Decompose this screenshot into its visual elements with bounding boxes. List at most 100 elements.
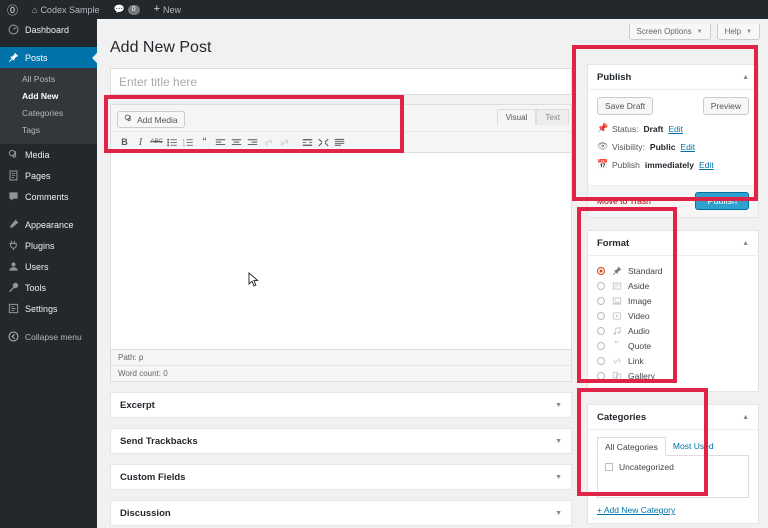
sidebar-item-media[interactable]: Media: [0, 144, 97, 165]
collapse-menu-button[interactable]: Collapse menu: [0, 327, 97, 347]
sidebar-item-users[interactable]: Users: [0, 256, 97, 277]
add-media-button[interactable]: Add Media: [117, 111, 185, 128]
align-center-icon[interactable]: [229, 134, 244, 150]
save-draft-button[interactable]: Save Draft: [597, 97, 654, 115]
checkbox-icon[interactable]: [605, 463, 613, 471]
insert-link-icon[interactable]: [261, 134, 276, 150]
format-box-title: Format: [597, 238, 630, 249]
tab-most-used[interactable]: Most Used: [666, 437, 721, 455]
wordpress-logo-button[interactable]: ⓪: [0, 0, 25, 19]
edit-visibility-link[interactable]: Edit: [680, 142, 695, 152]
site-name-label: Codex Sample: [40, 4, 100, 15]
site-name-button[interactable]: ⌂ Codex Sample: [25, 0, 106, 19]
align-right-icon[interactable]: [245, 134, 260, 150]
sidebar-item-posts[interactable]: Posts: [0, 47, 97, 68]
toolbar-toggle-icon[interactable]: [332, 134, 347, 150]
sidebar-item-plugins[interactable]: Plugins: [0, 235, 97, 256]
help-button[interactable]: Help ▼: [716, 24, 760, 40]
comment-bubble-icon: 💬: [113, 4, 125, 14]
wordpress-logo-icon: ⓪: [7, 4, 18, 17]
format-option-video[interactable]: Video: [597, 308, 749, 323]
publish-box: Publish ▲ Save Draft Preview 📌 Status: D…: [587, 64, 759, 218]
panel-excerpt[interactable]: Excerpt ▼: [110, 392, 572, 418]
publish-button[interactable]: Publish: [695, 192, 749, 210]
screen-options-button[interactable]: Screen Options ▼: [628, 24, 711, 40]
radio-icon[interactable]: [597, 311, 605, 320]
format-option-aside[interactable]: Aside: [597, 278, 749, 293]
radio-icon[interactable]: [597, 296, 605, 305]
edit-schedule-link[interactable]: Edit: [699, 160, 714, 170]
radio-icon[interactable]: [597, 356, 605, 365]
format-option-audio[interactable]: Audio: [597, 323, 749, 338]
post-side-column: Publish ▲ Save Draft Preview 📌 Status: D…: [587, 64, 759, 528]
fullscreen-icon[interactable]: [316, 134, 331, 150]
publish-box-header: Publish ▲: [588, 65, 758, 90]
sidebar-subitem-add-new[interactable]: Add New: [0, 88, 97, 105]
align-left-icon[interactable]: [213, 134, 228, 150]
format-option-label: Link: [628, 355, 644, 366]
format-option-label: Aside: [628, 280, 650, 291]
svg-text:3: 3: [183, 143, 185, 147]
editor-path-label: Path: p: [111, 350, 571, 366]
panel-custom-fields[interactable]: Custom Fields ▼: [110, 464, 572, 490]
chevron-down-icon[interactable]: ▼: [555, 510, 562, 517]
bulleted-list-icon[interactable]: [165, 134, 180, 150]
chevron-up-icon[interactable]: ▲: [742, 74, 749, 81]
new-content-button[interactable]: + New: [147, 0, 188, 19]
edit-status-link[interactable]: Edit: [668, 124, 683, 134]
unlink-icon[interactable]: [277, 134, 292, 150]
sidebar-subitem-tags[interactable]: Tags: [0, 122, 97, 139]
numbered-list-icon[interactable]: 123: [181, 134, 196, 150]
strikethrough-icon[interactable]: ABC: [149, 134, 164, 150]
format-option-label: Gallery: [628, 370, 655, 381]
sidebar-subitem-categories[interactable]: Categories: [0, 105, 97, 122]
comments-bubble-button[interactable]: 💬 0: [106, 0, 146, 19]
radio-icon[interactable]: [597, 266, 605, 275]
chevron-up-icon[interactable]: ▲: [742, 240, 749, 247]
format-option-link[interactable]: Link: [597, 353, 749, 368]
tab-all-categories[interactable]: All Categories: [597, 437, 666, 456]
bold-icon[interactable]: B: [117, 134, 132, 150]
format-option-quote[interactable]: “ Quote: [597, 338, 749, 353]
sidebar-item-comments[interactable]: Comments: [0, 186, 97, 207]
format-option-standard[interactable]: Standard: [597, 263, 749, 278]
gallery-icon: [611, 370, 622, 381]
sidebar-item-pages[interactable]: Pages: [0, 165, 97, 186]
tab-visual[interactable]: Visual: [496, 109, 537, 125]
sidebar-subitem-all-posts[interactable]: All Posts: [0, 71, 97, 88]
radio-icon[interactable]: [597, 326, 605, 335]
collapse-menu-label: Collapse menu: [25, 332, 82, 342]
category-item-uncategorized[interactable]: Uncategorized: [605, 462, 741, 472]
link-icon: [611, 355, 622, 366]
chevron-down-icon[interactable]: ▼: [555, 438, 562, 445]
move-to-trash-link[interactable]: Move to Trash: [597, 196, 651, 206]
tab-text[interactable]: Text: [536, 109, 569, 125]
editor-formatting-toolbar: B I ABC 123 “: [110, 131, 572, 152]
sidebar-item-label: Dashboard: [25, 24, 70, 35]
italic-icon[interactable]: I: [133, 134, 148, 150]
blockquote-icon[interactable]: “: [197, 134, 212, 150]
sidebar-item-appearance[interactable]: Appearance: [0, 214, 97, 235]
sidebar-item-tools[interactable]: Tools: [0, 277, 97, 298]
mouse-pointer-icon: [248, 271, 259, 287]
sidebar-item-label: Users: [25, 261, 49, 272]
chevron-down-icon[interactable]: ▼: [555, 474, 562, 481]
chevron-down-icon[interactable]: ▼: [555, 402, 562, 409]
post-main-column: Enter title here Visual Text Add Media B: [110, 68, 572, 526]
read-more-icon[interactable]: [300, 134, 315, 150]
add-new-category-link[interactable]: + Add New Category: [597, 505, 749, 515]
sidebar-item-dashboard[interactable]: Dashboard: [0, 19, 97, 40]
preview-button[interactable]: Preview: [702, 97, 749, 115]
sidebar-item-settings[interactable]: Settings: [0, 298, 97, 319]
categories-box-header: Categories ▲: [588, 405, 758, 430]
format-option-gallery[interactable]: Gallery: [597, 368, 749, 383]
format-option-image[interactable]: Image: [597, 293, 749, 308]
editor-content-area[interactable]: [110, 152, 572, 350]
radio-icon[interactable]: [597, 341, 605, 350]
radio-icon[interactable]: [597, 371, 605, 380]
radio-icon[interactable]: [597, 281, 605, 290]
post-title-input[interactable]: Enter title here: [110, 68, 572, 95]
chevron-up-icon[interactable]: ▲: [742, 414, 749, 421]
panel-discussion[interactable]: Discussion ▼: [110, 500, 572, 526]
panel-send-trackbacks[interactable]: Send Trackbacks ▼: [110, 428, 572, 454]
